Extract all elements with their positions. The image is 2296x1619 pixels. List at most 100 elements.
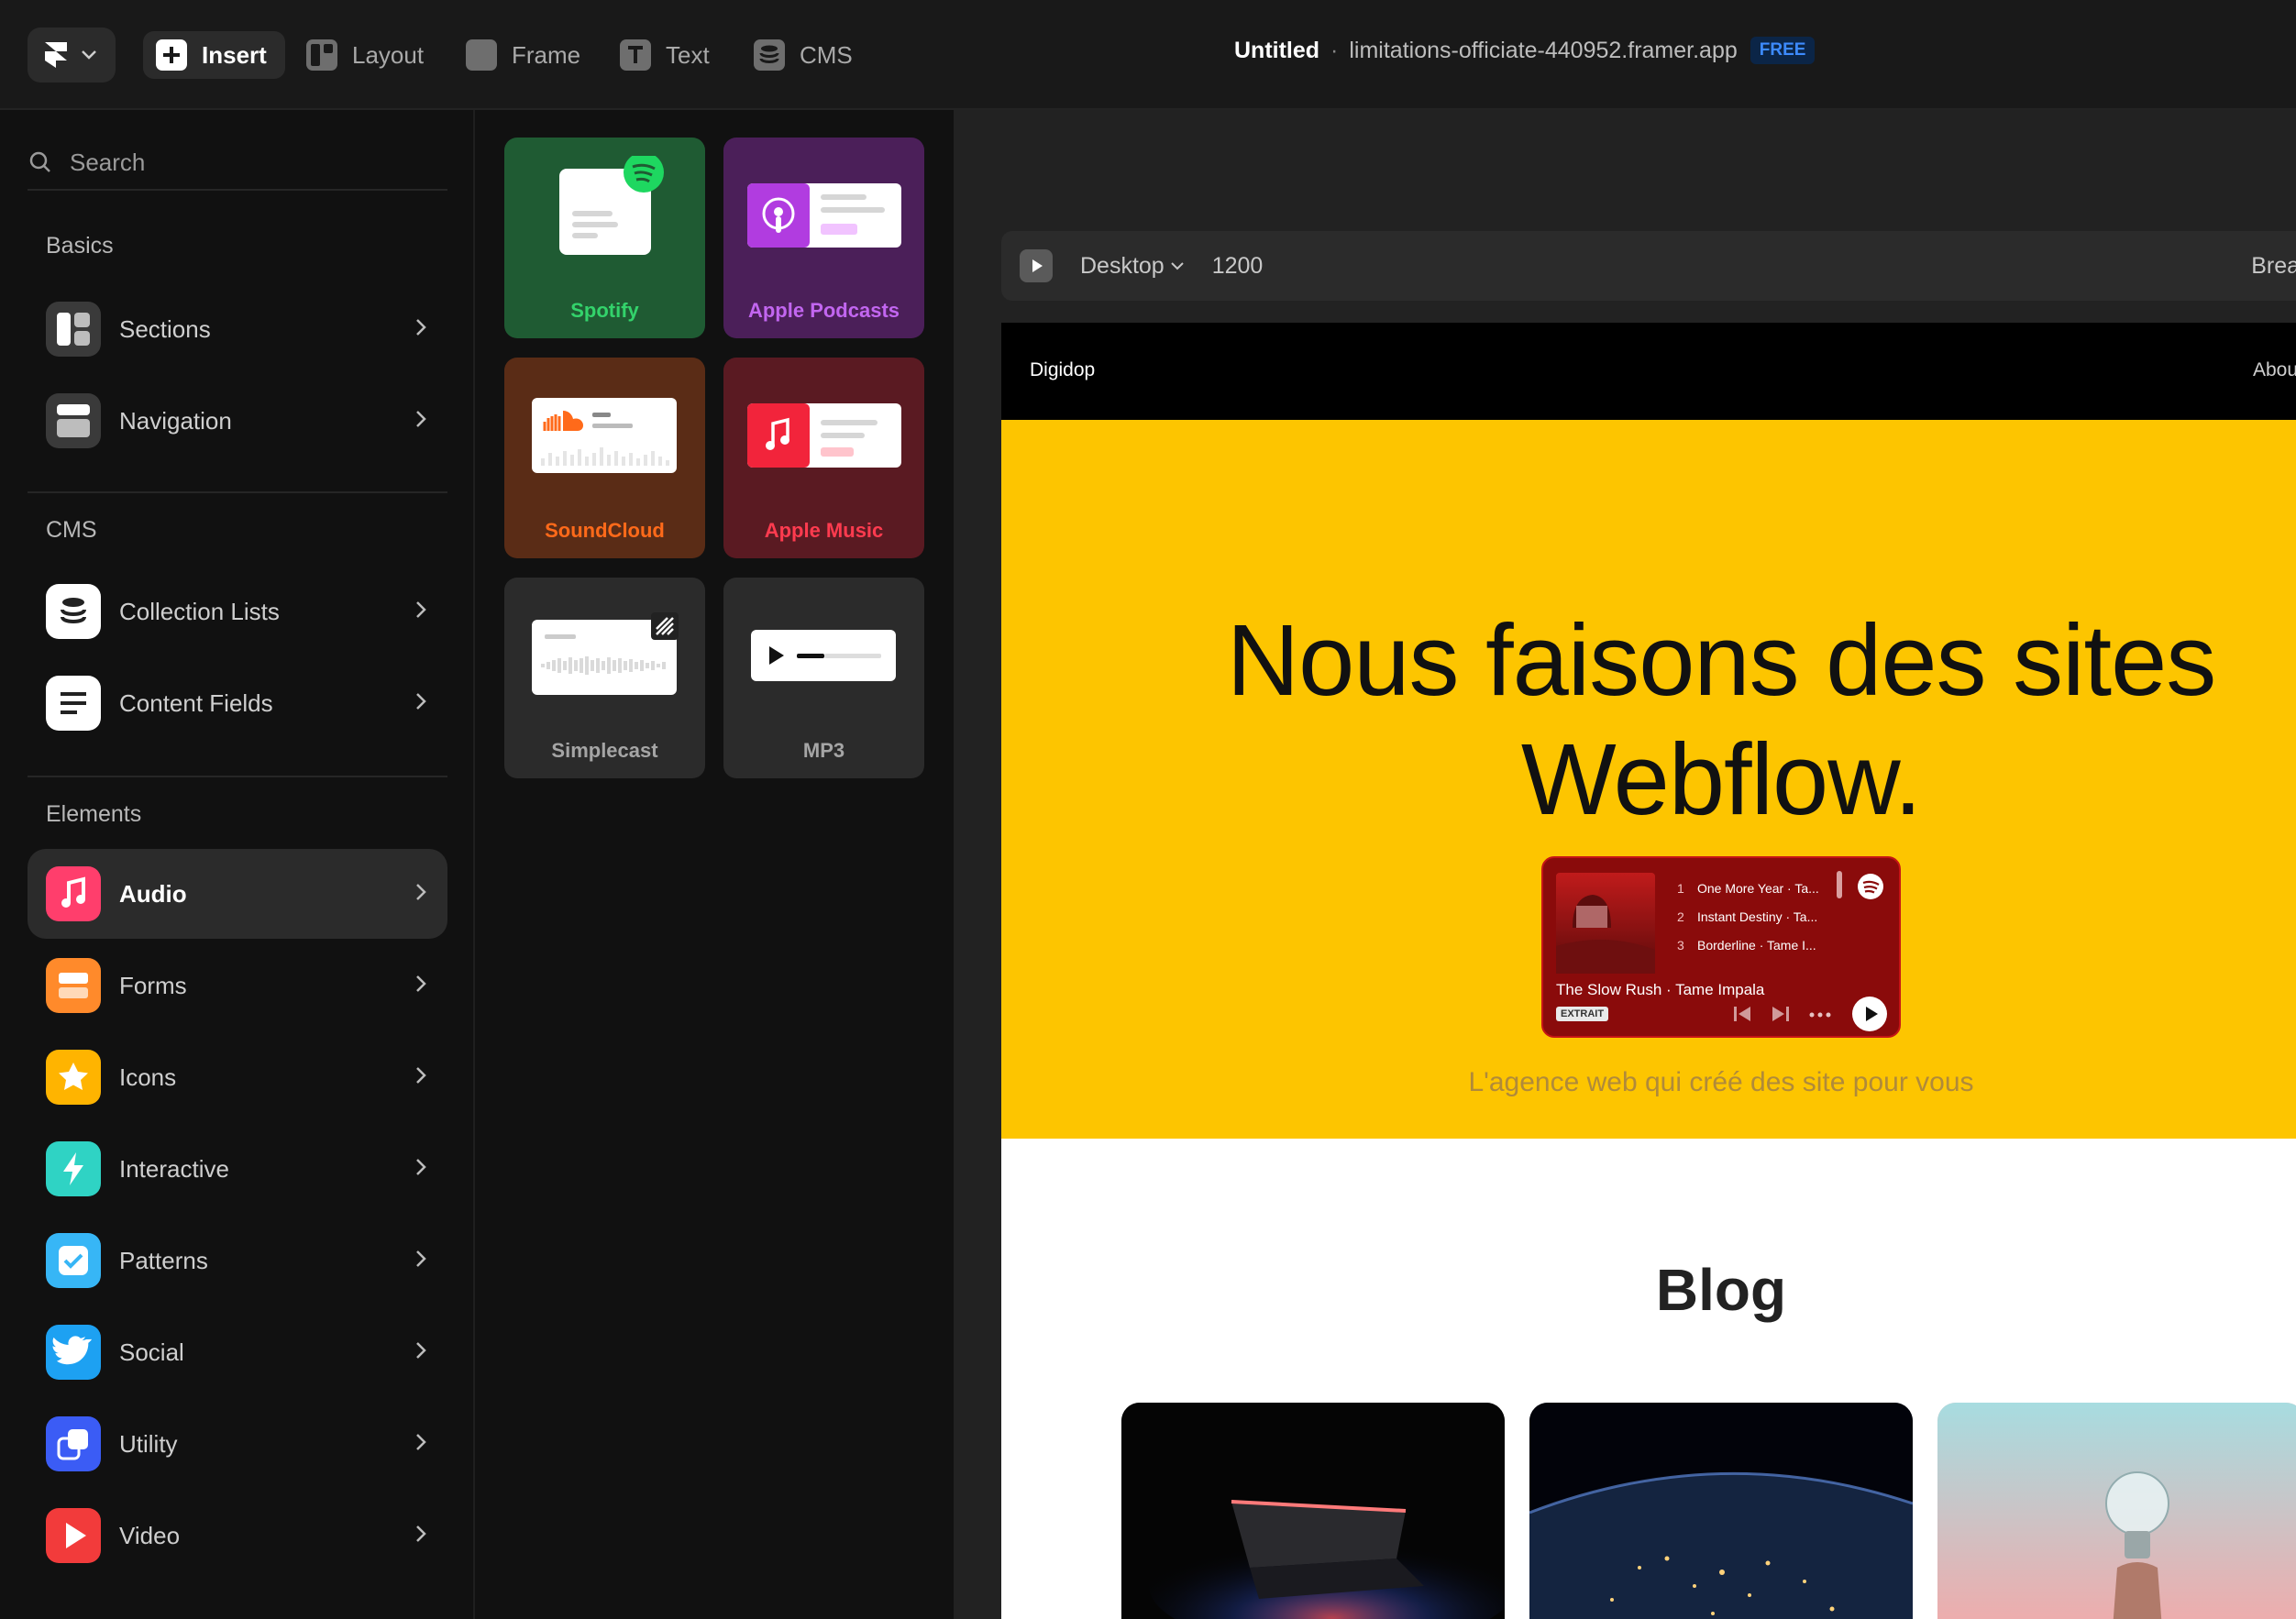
tile-label: Apple Music <box>764 519 884 542</box>
site-brand[interactable]: Digidop <box>1030 359 1095 381</box>
star-icon <box>46 1050 101 1105</box>
skip-forward-icon[interactable] <box>1771 1005 1791 1023</box>
text-tool-button[interactable]: Text <box>620 31 710 79</box>
blog-card-earth[interactable] <box>1529 1403 1913 1619</box>
sidebar-item-utility[interactable]: Utility <box>28 1399 447 1489</box>
database-icon <box>46 584 101 639</box>
framer-menu-button[interactable] <box>28 28 116 83</box>
preview-play-button[interactable] <box>1020 249 1053 282</box>
music-note-icon <box>46 866 101 921</box>
section-divider <box>28 491 447 493</box>
mp3-tile[interactable]: MP3 <box>723 578 924 778</box>
chevron-right-icon <box>416 884 426 900</box>
chevron-right-icon <box>416 1525 426 1542</box>
chevron-down-icon <box>1171 262 1184 270</box>
chevron-down-icon <box>82 50 96 60</box>
insert-tool-button[interactable]: Insert <box>143 31 285 79</box>
sidebar-item-label: Sections <box>119 314 211 343</box>
sidebar-item-patterns[interactable]: Patterns <box>28 1216 447 1305</box>
sidebar-item-collection-lists[interactable]: Collection Lists <box>28 567 447 656</box>
blog-card-laptop[interactable] <box>1121 1403 1505 1619</box>
chevron-right-icon <box>416 1159 426 1175</box>
play-button-icon[interactable] <box>1851 996 1888 1032</box>
cms-tool-button[interactable]: CMS <box>754 31 853 79</box>
simplecast-tile[interactable]: Simplecast <box>504 578 705 778</box>
plus-icon <box>156 39 187 71</box>
site-preview-frame[interactable]: Digidop Abou Nous faisons des sites Webf… <box>1001 323 2296 1619</box>
sidebar-item-forms[interactable]: Forms <box>28 941 447 1030</box>
simplecast-card-icon <box>532 612 679 695</box>
frame-width[interactable]: 1200 <box>1212 253 1264 280</box>
frame-tool-button[interactable]: Frame <box>466 31 580 79</box>
sidebar-item-label: Collection Lists <box>119 597 280 625</box>
sidebar-item-sections[interactable]: Sections <box>28 284 447 374</box>
hero-line-2: Webflow. <box>1520 723 1922 836</box>
title-separator: · <box>1330 37 1339 63</box>
soundcloud-tile[interactable]: SoundCloud <box>504 358 705 558</box>
hero-subtitle: L'agence web qui créé des site pour vous <box>1468 1067 1974 1097</box>
spotify-tile[interactable]: Spotify <box>504 138 705 338</box>
spotify-card-icon <box>559 156 664 255</box>
lightbulb-image <box>1937 1403 2296 1619</box>
sidebar-item-social[interactable]: Social <box>28 1307 447 1397</box>
spotify-embed-player[interactable]: 1 One More Year · Ta... 2 Instant Destiny … <box>1541 856 1901 1038</box>
search-input[interactable]: Search <box>28 136 447 191</box>
hero-line-1: Nous faisons des sites <box>1226 604 2217 717</box>
chevron-right-icon <box>416 601 426 618</box>
search-icon <box>29 151 50 172</box>
apple-podcasts-card-icon <box>747 183 901 248</box>
sidebar-item-label: Content Fields <box>119 688 273 717</box>
chevron-right-icon <box>416 1342 426 1359</box>
audio-components-panel: Spotify Apple Podcasts SoundCloud Apple … <box>477 110 952 1619</box>
frame-icon <box>466 39 497 71</box>
play-icon <box>46 1508 101 1563</box>
sidebar-item-icons[interactable]: Icons <box>28 1032 447 1122</box>
framer-logo-icon <box>45 42 67 68</box>
hero-section: Nous faisons des sites Webflow. 1 One Mor… <box>1001 420 2296 1139</box>
form-icon <box>46 958 101 1013</box>
sidebar-item-content-fields[interactable]: Content Fields <box>28 658 447 748</box>
laptop-image <box>1121 1403 1505 1619</box>
breakpoints-button[interactable]: Brea <box>2251 253 2296 280</box>
project-name: Untitled <box>1234 37 1320 63</box>
layers-icon <box>46 1416 101 1471</box>
database-icon <box>754 39 785 71</box>
skip-back-icon[interactable] <box>1732 1005 1752 1023</box>
sidebar-item-label: Patterns <box>119 1246 208 1274</box>
track-row[interactable]: 3 Borderline · Tame I... <box>1677 931 1819 960</box>
navigation-icon <box>46 393 101 448</box>
chevron-right-icon <box>416 411 426 427</box>
breakpoint-dropdown[interactable]: Desktop <box>1080 253 1185 280</box>
more-icon[interactable] <box>1809 1012 1831 1018</box>
sidebar-item-interactive[interactable]: Interactive <box>28 1124 447 1214</box>
track-row[interactable]: 2 Instant Destiny · Ta... <box>1677 903 1819 931</box>
lightning-icon <box>46 1141 101 1196</box>
blog-heading: Blog <box>1655 1257 1787 1323</box>
blog-card-lightbulb[interactable] <box>1937 1403 2296 1619</box>
top-toolbar: Insert Layout Frame Text CMS Untitled · … <box>0 0 2296 110</box>
sidebar-item-navigation[interactable]: Navigation <box>28 376 447 466</box>
layout-tool-button[interactable]: Layout <box>306 31 424 79</box>
chevron-right-icon <box>416 1067 426 1084</box>
sections-icon <box>46 302 101 357</box>
play-icon <box>1032 259 1043 272</box>
sidebar-item-video[interactable]: Video <box>28 1491 447 1580</box>
sidebar-item-label: Utility <box>119 1429 178 1458</box>
sidebar-item-label: Interactive <box>119 1154 229 1183</box>
sidebar-item-label: Navigation <box>119 406 232 435</box>
section-title-elements: Elements <box>46 801 142 827</box>
sidebar-item-audio[interactable]: Audio <box>28 849 447 939</box>
sidebar-item-label: Audio <box>119 879 187 908</box>
plan-badge: FREE <box>1750 37 1816 64</box>
track-row[interactable]: 1 One More Year · Ta... <box>1677 875 1819 903</box>
player-scrollbar[interactable] <box>1837 871 1842 898</box>
section-divider <box>28 776 447 777</box>
nav-link-about[interactable]: Abou <box>2253 359 2296 381</box>
frame-toolbar: Desktop 1200 Brea <box>1001 231 2296 301</box>
apple-podcasts-tile[interactable]: Apple Podcasts <box>723 138 924 338</box>
apple-music-tile[interactable]: Apple Music <box>723 358 924 558</box>
cms-label: CMS <box>800 40 853 69</box>
tile-label: SoundCloud <box>545 519 665 542</box>
chevron-right-icon <box>416 693 426 710</box>
project-title[interactable]: Untitled · limitations-officiate-440952.… <box>1234 37 1816 64</box>
